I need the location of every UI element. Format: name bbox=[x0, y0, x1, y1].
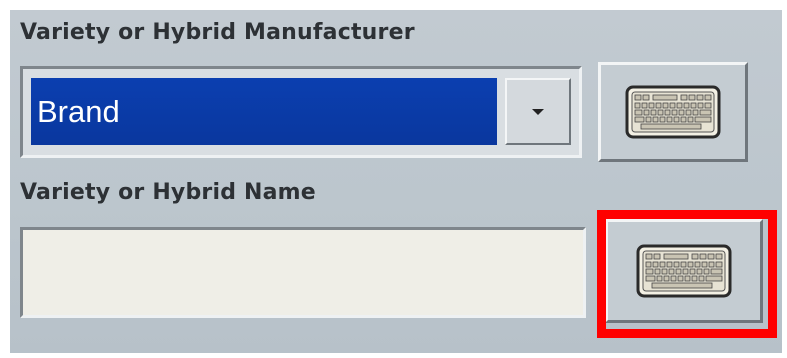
name-label: Variety or Hybrid Name bbox=[20, 180, 316, 205]
keyboard-icon bbox=[636, 244, 732, 298]
manufacturer-label: Variety or Hybrid Manufacturer bbox=[20, 20, 415, 45]
name-keyboard-button[interactable] bbox=[605, 219, 763, 323]
manufacturer-dropdown[interactable]: Brand bbox=[20, 66, 582, 158]
keyboard-icon bbox=[625, 85, 721, 139]
manufacturer-selected-value[interactable]: Brand bbox=[31, 78, 497, 145]
chevron-down-icon bbox=[532, 108, 544, 115]
manufacturer-dropdown-button[interactable] bbox=[505, 78, 571, 145]
name-input[interactable] bbox=[20, 227, 586, 318]
manufacturer-keyboard-button[interactable] bbox=[598, 62, 748, 162]
